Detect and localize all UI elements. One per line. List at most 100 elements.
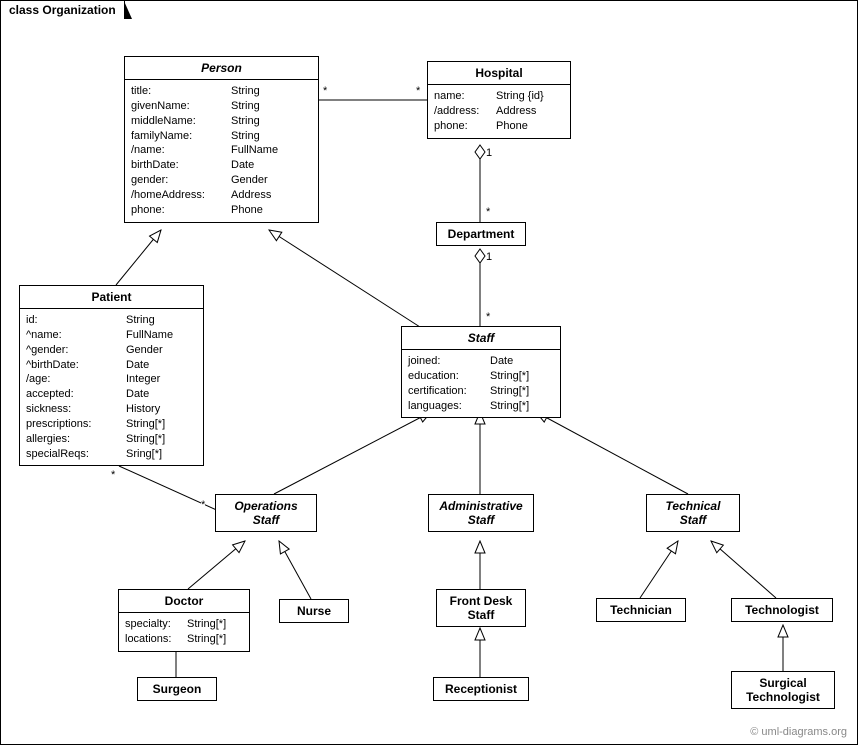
attr-row: certification:String[*] — [408, 384, 554, 399]
attr-name: /address: — [434, 104, 496, 119]
class-front-desk-staff: Front Desk Staff — [436, 589, 526, 627]
class-operations-staff: Operations Staff — [215, 494, 317, 532]
attr-name: id: — [26, 313, 126, 328]
attr-name: certification: — [408, 384, 490, 399]
class-attrs: title:StringgivenName:StringmiddleName:S… — [125, 80, 318, 222]
mult: * — [486, 311, 490, 323]
mult: 1 — [486, 147, 492, 159]
line2: Staff — [468, 513, 494, 527]
attr-type: Gender — [231, 173, 268, 188]
attr-type: String — [126, 313, 155, 328]
class-receptionist: Receptionist — [433, 677, 529, 701]
attr-name: prescriptions: — [26, 417, 126, 432]
attr-row: familyName:String — [131, 129, 312, 144]
attr-name: languages: — [408, 399, 490, 414]
attr-type: Integer — [126, 372, 160, 387]
attr-row: middleName:String — [131, 114, 312, 129]
attr-name: name: — [434, 89, 496, 104]
attr-row: accepted:Date — [26, 387, 197, 402]
class-patient: Patient id:String^name:FullName^gender:G… — [19, 285, 204, 466]
class-title: Technologist — [732, 599, 832, 621]
attr-type: Address — [231, 188, 271, 203]
attr-type: String[*] — [187, 632, 226, 647]
attr-row: specialty:String[*] — [125, 617, 243, 632]
line2: Staff — [468, 608, 495, 622]
attr-row: title:String — [131, 84, 312, 99]
class-administrative-staff: Administrative Staff — [428, 494, 534, 532]
attr-row: allergies:String[*] — [26, 432, 197, 447]
class-title: Hospital — [428, 62, 570, 85]
attr-name: ^birthDate: — [26, 358, 126, 373]
attr-row: /address:Address — [434, 104, 564, 119]
attr-name: specialReqs: — [26, 447, 126, 462]
class-title: Doctor — [119, 590, 249, 613]
attr-name: phone: — [131, 203, 231, 218]
class-attrs: joined:Dateeducation:String[*]certificat… — [402, 350, 560, 417]
attr-name: birthDate: — [131, 158, 231, 173]
attr-type: String {id} — [496, 89, 544, 104]
attr-type: FullName — [126, 328, 173, 343]
attr-type: String[*] — [490, 384, 529, 399]
attr-name: phone: — [434, 119, 496, 134]
attr-name: title: — [131, 84, 231, 99]
class-nurse: Nurse — [279, 599, 349, 623]
attr-row: /name:FullName — [131, 143, 312, 158]
attr-row: specialReqs:Sring[*] — [26, 447, 197, 462]
class-attrs: name:String {id}/address:Addressphone:Ph… — [428, 85, 570, 138]
attr-name: /age: — [26, 372, 126, 387]
class-doctor: Doctor specialty:String[*]locations:Stri… — [118, 589, 250, 652]
mult: * — [416, 85, 420, 97]
class-title: Surgeon — [138, 678, 216, 700]
attr-type: Date — [231, 158, 254, 173]
class-person: Person title:StringgivenName:Stringmiddl… — [124, 56, 319, 223]
attr-row: prescriptions:String[*] — [26, 417, 197, 432]
class-title: Department — [437, 223, 525, 245]
attr-name: joined: — [408, 354, 490, 369]
attr-type: Date — [126, 387, 149, 402]
class-title: Administrative Staff — [429, 495, 533, 531]
attr-row: birthDate:Date — [131, 158, 312, 173]
attr-row: sickness:History — [26, 402, 197, 417]
class-attrs: id:String^name:FullName^gender:Gender^bi… — [20, 309, 203, 465]
line1: Administrative — [439, 499, 522, 513]
attr-name: familyName: — [131, 129, 231, 144]
attr-type: String — [231, 129, 260, 144]
attr-row: givenName:String — [131, 99, 312, 114]
attr-name: gender: — [131, 173, 231, 188]
line1: Operations — [234, 499, 297, 513]
class-title: Technician — [597, 599, 685, 621]
class-technical-staff: Technical Staff — [646, 494, 740, 532]
attr-type: FullName — [231, 143, 278, 158]
frame-title: class Organization — [0, 0, 125, 19]
attr-type: String[*] — [490, 369, 529, 384]
attr-name: education: — [408, 369, 490, 384]
class-title: Person — [125, 57, 318, 80]
attr-name: ^name: — [26, 328, 126, 343]
attr-type: String[*] — [187, 617, 226, 632]
attr-row: gender:Gender — [131, 173, 312, 188]
attr-row: ^gender:Gender — [26, 343, 197, 358]
attr-row: education:String[*] — [408, 369, 554, 384]
mult: * — [201, 499, 205, 511]
line2: Technologist — [746, 690, 820, 704]
class-hospital: Hospital name:String {id}/address:Addres… — [427, 61, 571, 139]
class-surgical-technologist: Surgical Technologist — [731, 671, 835, 709]
attr-row: id:String — [26, 313, 197, 328]
attr-name: locations: — [125, 632, 187, 647]
class-title: Receptionist — [434, 678, 528, 700]
attr-name: /homeAddress: — [131, 188, 231, 203]
class-surgeon: Surgeon — [137, 677, 217, 701]
mult: 1 — [486, 251, 492, 263]
attr-type: String[*] — [126, 417, 165, 432]
attr-type: Gender — [126, 343, 163, 358]
attr-type: Date — [490, 354, 513, 369]
class-title: Operations Staff — [216, 495, 316, 531]
class-title: Technical Staff — [647, 495, 739, 531]
attr-name: accepted: — [26, 387, 126, 402]
attr-name: givenName: — [131, 99, 231, 114]
line2: Staff — [680, 513, 706, 527]
line1: Technical — [666, 499, 721, 513]
attr-name: allergies: — [26, 432, 126, 447]
mult: * — [486, 206, 490, 218]
attr-name: sickness: — [26, 402, 126, 417]
